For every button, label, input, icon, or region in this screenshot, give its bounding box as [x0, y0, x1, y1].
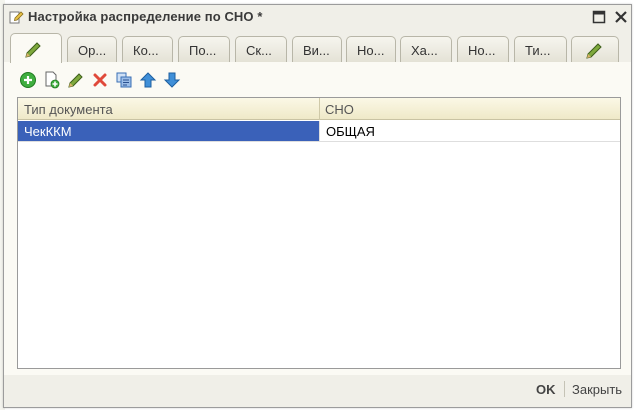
column-header-sno[interactable]: СНО: [319, 98, 620, 120]
edit-button[interactable]: [66, 70, 86, 90]
copy-icon: [45, 71, 60, 89]
settings-button[interactable]: [114, 70, 134, 90]
column-header-doc-type[interactable]: Тип документа: [18, 98, 319, 120]
document-edit-icon: [9, 11, 24, 24]
close-button[interactable]: Закрыть: [572, 382, 622, 397]
delete-icon: [93, 73, 107, 87]
tab-type[interactable]: Ви...: [292, 36, 342, 62]
table-row[interactable]: ЧекККМ ОБЩАЯ: [18, 121, 620, 142]
close-icon[interactable]: [614, 10, 628, 24]
cell-doc-type[interactable]: ЧекККМ: [18, 121, 319, 141]
tab-edit-2[interactable]: [571, 36, 619, 62]
tab-nomenclature[interactable]: Но...: [346, 36, 396, 62]
delete-button[interactable]: [90, 70, 110, 90]
window-title: Настройка распределение по СНО *: [28, 9, 263, 24]
title-bar: Настройка распределение по СНО *: [4, 5, 631, 29]
data-table: Тип документа СНО ЧекККМ ОБЩАЯ: [17, 97, 621, 369]
edit-icon: [68, 73, 83, 88]
tab-edit[interactable]: [10, 33, 62, 63]
tab-counterparty[interactable]: Ко...: [122, 36, 173, 62]
dialog-footer: OK Закрыть: [4, 375, 631, 407]
tab-warehouse[interactable]: Ск...: [235, 36, 287, 62]
tab-organization[interactable]: Ор...: [67, 36, 117, 62]
move-up-button[interactable]: [138, 70, 158, 90]
move-down-icon: [163, 72, 181, 88]
pencil-icon: [25, 42, 41, 58]
add-icon: [20, 72, 36, 88]
tab-nomenclature-2[interactable]: Но...: [457, 36, 509, 62]
ok-button[interactable]: OK: [536, 382, 556, 397]
tab-characteristic[interactable]: Ха...: [400, 36, 452, 62]
tab-strip: Ор... Ко... По... Ск... Ви... Но... Ха..…: [4, 33, 631, 63]
tab-content: Тип документа СНО ЧекККМ ОБЩАЯ: [4, 62, 631, 375]
settings-icon: [116, 72, 132, 88]
dialog-window: Настройка распределение по СНО * Ор... К…: [3, 4, 632, 408]
cell-sno[interactable]: ОБЩАЯ: [319, 121, 620, 141]
copy-button[interactable]: [42, 70, 62, 90]
table-header: Тип документа СНО: [18, 98, 620, 120]
maximize-icon[interactable]: [592, 10, 606, 24]
pencil-icon: [586, 43, 602, 59]
tab-doc-type[interactable]: Ти...: [514, 36, 567, 62]
move-down-button[interactable]: [162, 70, 182, 90]
add-button[interactable]: [18, 70, 38, 90]
move-up-icon: [139, 72, 157, 88]
tab-third[interactable]: По...: [178, 36, 230, 62]
footer-divider: [564, 381, 565, 397]
